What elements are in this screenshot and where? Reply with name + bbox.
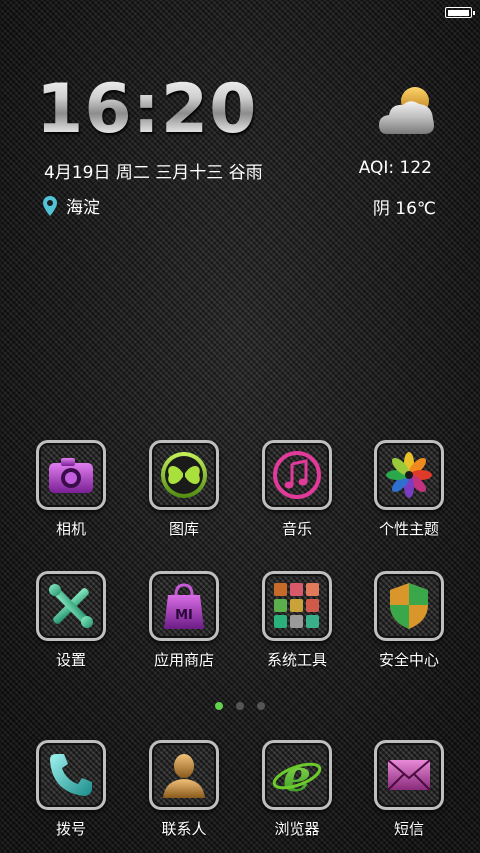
app-messages[interactable]: 短信	[359, 740, 459, 839]
store-bag-icon: MI	[149, 571, 219, 641]
app-label: 安全中心	[378, 651, 439, 669]
message-envelope-icon	[374, 740, 444, 810]
app-label: 系统工具	[266, 651, 327, 669]
app-themes[interactable]: 个性主题	[359, 440, 459, 539]
weather-condition: 阴 16℃	[372, 199, 436, 219]
app-label: 浏览器	[274, 820, 320, 838]
cloud-sun-icon[interactable]	[377, 84, 437, 140]
battery-icon	[445, 7, 475, 18]
app-store[interactable]: MI 应用商店	[134, 571, 234, 670]
svg-text:MI: MI	[175, 608, 193, 623]
app-label: 图库	[168, 520, 199, 538]
camera-icon	[36, 440, 106, 510]
date-text: 4月19日 周二 三月十三 谷雨	[44, 163, 263, 183]
page-dot[interactable]	[236, 702, 244, 710]
music-note-icon	[262, 440, 332, 510]
app-gallery[interactable]: 图库	[134, 440, 234, 539]
app-browser[interactable]: e 浏览器	[247, 740, 347, 839]
app-label: 拨号	[55, 820, 86, 838]
app-contacts[interactable]: 联系人	[134, 740, 234, 839]
page-indicator	[215, 702, 265, 710]
aqi-text: AQI: 122	[358, 158, 432, 178]
clock-time[interactable]: 16:20	[36, 70, 257, 149]
location-pin-icon	[43, 195, 57, 216]
app-label: 音乐	[281, 520, 312, 538]
app-music[interactable]: 音乐	[247, 440, 347, 539]
app-dialer[interactable]: 拨号	[21, 740, 121, 839]
page-dot[interactable]	[257, 702, 265, 710]
app-settings[interactable]: 设置	[21, 571, 121, 670]
browser-e-icon: e	[262, 740, 332, 810]
app-camera[interactable]: 相机	[21, 440, 121, 539]
phone-icon	[36, 740, 106, 810]
app-security[interactable]: 安全中心	[359, 571, 459, 670]
page-dot[interactable]	[215, 702, 223, 710]
app-label: 设置	[55, 651, 86, 669]
themes-flower-icon	[374, 440, 444, 510]
app-label: 联系人	[161, 820, 207, 838]
app-label: 相机	[55, 520, 86, 538]
app-label: 短信	[393, 820, 424, 838]
svg-text:e: e	[283, 751, 311, 802]
app-label: 应用商店	[153, 651, 214, 669]
app-system-tools[interactable]: 系统工具	[247, 571, 347, 670]
contacts-person-icon	[149, 740, 219, 810]
system-tools-grid-icon	[262, 571, 332, 641]
app-label: 个性主题	[378, 520, 439, 538]
security-shield-icon	[374, 571, 444, 641]
location[interactable]: 海淀	[42, 193, 100, 218]
location-label: 海淀	[66, 198, 100, 218]
gallery-butterfly-icon	[149, 440, 219, 510]
settings-tools-icon	[36, 571, 106, 641]
